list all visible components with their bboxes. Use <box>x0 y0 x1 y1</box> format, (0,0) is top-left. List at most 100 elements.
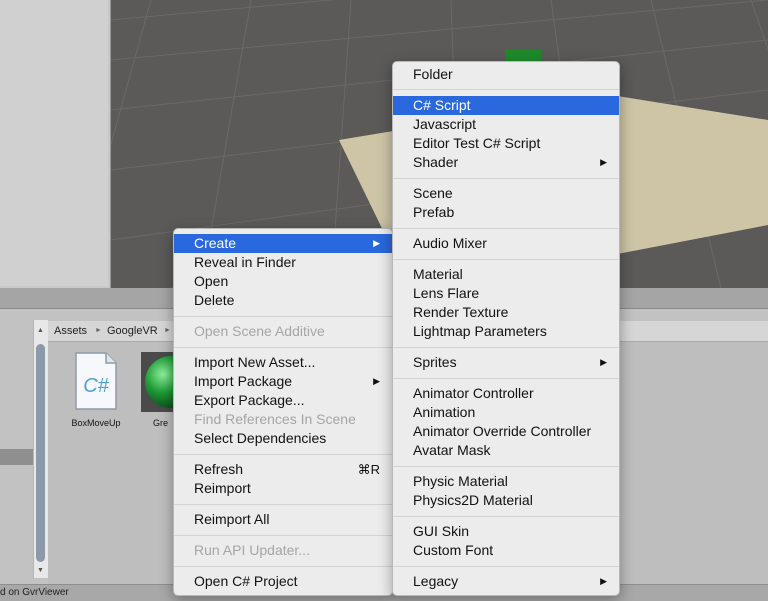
scroll-up-arrow-icon[interactable]: ▲ <box>36 326 45 335</box>
menu-item-label: Reveal in Finder <box>194 254 296 270</box>
submenu-item-folder[interactable]: Folder <box>393 65 619 84</box>
menu-item-reimport-all[interactable]: Reimport All <box>174 510 392 529</box>
breadcrumb-googlevr[interactable]: GoogleVR <box>107 325 158 337</box>
menu-item-delete[interactable]: Delete <box>174 291 392 310</box>
menu-separator <box>393 466 619 467</box>
menu-item-label: Delete <box>194 292 235 308</box>
menu-item-label: Material <box>413 266 463 282</box>
menu-item-find-references: Find References In Scene <box>174 410 392 429</box>
menu-item-run-api-updater: Run API Updater... <box>174 541 392 560</box>
submenu-item-gui-skin[interactable]: GUI Skin <box>393 522 619 541</box>
submenu-item-scene[interactable]: Scene <box>393 184 619 203</box>
menu-separator <box>393 378 619 379</box>
menu-separator <box>174 454 392 455</box>
scroll-down-arrow-icon[interactable]: ▼ <box>36 566 45 575</box>
tree-scrollbar-thumb[interactable] <box>36 344 45 562</box>
menu-item-label: Physic Material <box>413 473 508 489</box>
menu-item-export-package[interactable]: Export Package... <box>174 391 392 410</box>
submenu-item-physics2d-material[interactable]: Physics2D Material <box>393 491 619 510</box>
menu-separator <box>393 228 619 229</box>
menu-item-label: Avatar Mask <box>413 442 491 458</box>
menu-item-reimport[interactable]: Reimport <box>174 479 392 498</box>
hierarchy-panel <box>0 0 111 288</box>
menu-item-import-new-asset[interactable]: Import New Asset... <box>174 353 392 372</box>
menu-item-label: Scene <box>413 185 453 201</box>
asset-label[interactable]: Gre <box>153 418 168 428</box>
menu-separator <box>174 316 392 317</box>
submenu-item-avatar-mask[interactable]: Avatar Mask <box>393 441 619 460</box>
submenu-item-physic-material[interactable]: Physic Material <box>393 472 619 491</box>
menu-item-label: Import New Asset... <box>194 354 316 370</box>
submenu-item-material[interactable]: Material <box>393 265 619 284</box>
submenu-arrow-icon: ▶ <box>373 376 380 386</box>
menu-item-label: Custom Font <box>413 542 494 558</box>
submenu-item-audio-mixer[interactable]: Audio Mixer <box>393 234 619 253</box>
menu-item-label: Animation <box>413 404 476 420</box>
submenu-item-editor-test-script[interactable]: Editor Test C# Script <box>393 134 619 153</box>
menu-item-label: Open C# Project <box>194 573 298 589</box>
menu-item-label: Animator Override Controller <box>413 423 592 439</box>
submenu-item-custom-font[interactable]: Custom Font <box>393 541 619 560</box>
menu-separator <box>393 178 619 179</box>
menu-item-label: Render Texture <box>413 304 509 320</box>
menu-item-label: Physics2D Material <box>413 492 533 508</box>
menu-separator <box>174 347 392 348</box>
submenu-item-animator-override-controller[interactable]: Animator Override Controller <box>393 422 619 441</box>
context-menu: Create ▶ Reveal in Finder Open Delete Op… <box>173 228 393 596</box>
menu-item-label: Open Scene Additive <box>194 323 325 339</box>
submenu-item-render-texture[interactable]: Render Texture <box>393 303 619 322</box>
submenu-item-javascript[interactable]: Javascript <box>393 115 619 134</box>
asset-label[interactable]: BoxMoveUp <box>60 418 132 428</box>
tree-selected-row[interactable] <box>0 449 34 465</box>
submenu-item-csharp-script[interactable]: C# Script <box>393 96 619 115</box>
shortcut-label: ⌘R <box>357 462 380 477</box>
create-submenu: Folder C# Script Javascript Editor Test … <box>392 61 620 596</box>
menu-item-label: Shader <box>413 154 459 170</box>
menu-item-label: Refresh <box>194 461 244 477</box>
menu-separator <box>393 516 619 517</box>
submenu-item-legacy[interactable]: Legacy ▶ <box>393 572 619 591</box>
menu-item-open-csharp-project[interactable]: Open C# Project <box>174 572 392 591</box>
breadcrumb-assets[interactable]: Assets <box>54 325 87 337</box>
menu-separator <box>393 259 619 260</box>
menu-item-label: Find References In Scene <box>194 411 356 427</box>
menu-item-import-package[interactable]: Import Package ▶ <box>174 372 392 391</box>
menu-item-label: Prefab <box>413 204 455 220</box>
submenu-arrow-icon: ▶ <box>600 157 607 167</box>
submenu-item-animation[interactable]: Animation <box>393 403 619 422</box>
submenu-item-lens-flare[interactable]: Lens Flare <box>393 284 619 303</box>
menu-item-create[interactable]: Create ▶ <box>174 234 392 253</box>
menu-item-label: Sprites <box>413 354 457 370</box>
submenu-arrow-icon: ▶ <box>600 357 607 367</box>
menu-item-label: Create <box>194 235 237 251</box>
submenu-arrow-icon: ▶ <box>600 576 607 586</box>
submenu-item-shader[interactable]: Shader ▶ <box>393 153 619 172</box>
menu-item-label: Select Dependencies <box>194 430 327 446</box>
menu-separator <box>174 566 392 567</box>
menu-item-label: Reimport <box>194 480 251 496</box>
submenu-arrow-icon: ▶ <box>373 238 380 248</box>
submenu-item-prefab[interactable]: Prefab <box>393 203 619 222</box>
menu-item-refresh[interactable]: Refresh ⌘R <box>174 460 392 479</box>
submenu-item-animator-controller[interactable]: Animator Controller <box>393 384 619 403</box>
menu-separator <box>174 504 392 505</box>
csharp-script-icon[interactable]: C# <box>74 352 118 410</box>
submenu-item-lightmap-parameters[interactable]: Lightmap Parameters <box>393 322 619 341</box>
menu-item-reveal-in-finder[interactable]: Reveal in Finder <box>174 253 392 272</box>
status-text: d on GvrViewer <box>0 587 69 598</box>
menu-item-label: Editor Test C# Script <box>413 135 541 151</box>
menu-item-open-scene-additive: Open Scene Additive <box>174 322 392 341</box>
csharp-icon-text: C# <box>83 375 109 397</box>
submenu-item-sprites[interactable]: Sprites ▶ <box>393 353 619 372</box>
menu-item-label: Lens Flare <box>413 285 480 301</box>
menu-item-select-dependencies[interactable]: Select Dependencies <box>174 429 392 448</box>
menu-separator <box>393 347 619 348</box>
menu-item-open[interactable]: Open <box>174 272 392 291</box>
material-sphere-icon[interactable] <box>141 352 177 412</box>
menu-separator <box>393 89 619 90</box>
menu-item-label: Reimport All <box>194 511 270 527</box>
menu-item-label: Folder <box>413 66 453 82</box>
menu-item-label: Import Package <box>194 373 293 389</box>
menu-item-label: Open <box>194 273 229 289</box>
menu-item-label: Lightmap Parameters <box>413 323 547 339</box>
